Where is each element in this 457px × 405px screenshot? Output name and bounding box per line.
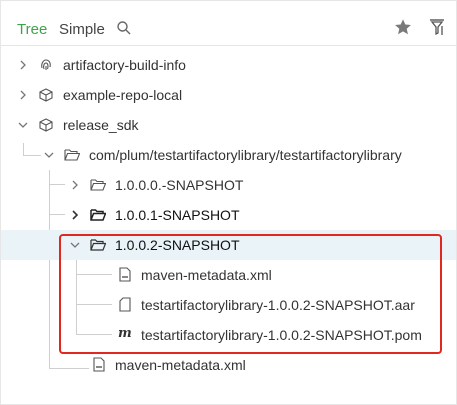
tree-item-1002-snapshot[interactable]: 1.0.0.2-SNAPSHOT [1,230,456,260]
chevron-right-icon[interactable] [18,90,28,100]
tree-item-label: testartifactorylibrary-1.0.0.2-SNAPSHOT.… [141,327,422,343]
star-icon[interactable] [394,18,412,36]
tree-item-label: maven-metadata.xml [115,357,246,373]
folder-open-icon [64,149,80,161]
tree-item-label: example-repo-local [63,87,183,103]
panel-header: Tree Simple [1,1,456,46]
repository-tree-panel: Tree Simple artifactory-build-info examp… [0,0,457,405]
tree-item-path-folder[interactable]: com/plum/testartifactorylibrary/testarti… [1,140,456,170]
tree-item-artifactory-build-info[interactable]: artifactory-build-info [1,50,456,80]
tree-item-example-repo-local[interactable]: example-repo-local [1,80,456,110]
folder-open-icon [90,179,106,191]
fingerprint-icon [41,59,51,70]
folder-open-icon [90,239,106,251]
package-icon [39,118,53,132]
tree-item-release-sdk[interactable]: release_sdk [1,110,456,140]
folder-open-icon [90,209,106,221]
tab-tree[interactable]: Tree [17,21,47,38]
tree-item-label: 1.0.0.1-SNAPSHOT [115,207,240,223]
xml-file-icon [119,267,131,282]
chevron-right-icon[interactable] [18,60,28,70]
tab-simple[interactable]: Simple [59,21,105,38]
tree-item-label: 1.0.0.2-SNAPSHOT [115,237,240,253]
chevron-down-icon[interactable] [18,120,28,130]
package-icon [39,88,53,102]
maven-icon: m [118,326,132,341]
tree-item-label: release_sdk [63,117,139,133]
chevron-down-icon[interactable] [44,150,54,160]
tree-item-pom-file[interactable]: m testartifactorylibrary-1.0.0.2-SNAPSHO… [1,320,456,350]
tree-item-label: testartifactorylibrary-1.0.0.2-SNAPSHOT.… [141,297,415,313]
tree-item-1001-snapshot[interactable]: 1.0.0.1-SNAPSHOT [1,200,456,230]
tree-item-maven-metadata-outer[interactable]: maven-metadata.xml [1,350,456,380]
tree-item-label: maven-metadata.xml [141,267,272,283]
search-icon[interactable] [117,21,131,35]
tree-item-maven-metadata-inner[interactable]: maven-metadata.xml [1,260,456,290]
tree-item-aar-file[interactable]: testartifactorylibrary-1.0.0.2-SNAPSHOT.… [1,290,456,320]
filter-icon[interactable] [429,18,445,36]
chevron-down-icon[interactable] [70,240,80,250]
tree-item-label: artifactory-build-info [63,57,186,73]
chevron-right-icon[interactable] [70,180,80,190]
tree-item-1000-snapshot[interactable]: 1.0.0.0.-SNAPSHOT [1,170,456,200]
xml-file-icon [93,357,105,372]
tree-item-label: 1.0.0.0.-SNAPSHOT [115,177,244,193]
file-icon [119,297,131,312]
tree-item-label: com/plum/testartifactorylibrary/testarti… [89,147,402,163]
chevron-right-icon[interactable] [70,210,80,220]
